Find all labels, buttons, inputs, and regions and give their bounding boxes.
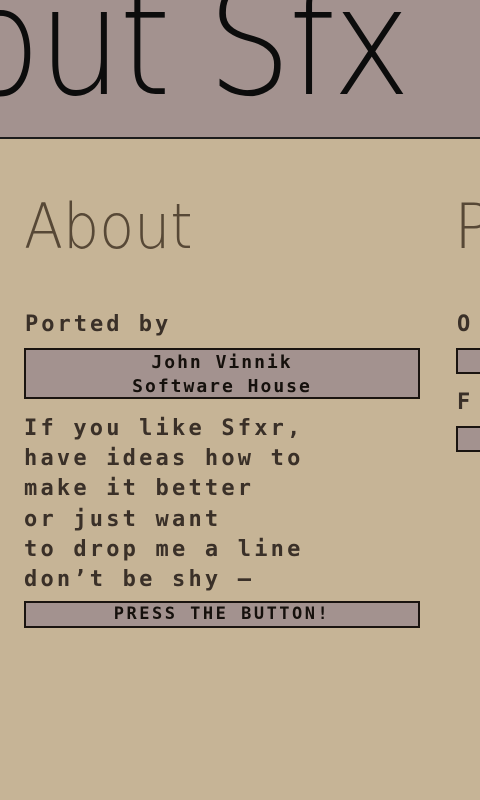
next-section-label-1: O bbox=[457, 312, 471, 337]
ported-by-label: Ported by bbox=[25, 312, 172, 337]
message-line: have ideas how to bbox=[24, 446, 304, 472]
credit-name: John Vinnik bbox=[151, 352, 293, 373]
about-message: If you like Sfxr, have ideas how to make… bbox=[24, 414, 444, 595]
credit-company: Software House bbox=[132, 376, 312, 397]
about-heading: About bbox=[24, 190, 193, 263]
next-section-heading[interactable]: P bbox=[454, 196, 480, 258]
message-line: or just want bbox=[24, 506, 222, 532]
press-button-label: PRESS THE BUTTON! bbox=[113, 604, 331, 624]
next-section-label-2: F bbox=[457, 390, 471, 415]
credit-box[interactable]: John Vinnik Software House bbox=[24, 348, 420, 399]
next-section-control-2[interactable] bbox=[456, 426, 480, 452]
app-title: out Sfx bbox=[0, 0, 411, 130]
title-bar: out Sfx bbox=[0, 0, 480, 139]
message-line: to drop me a line bbox=[24, 536, 304, 562]
press-the-button[interactable]: PRESS THE BUTTON! bbox=[24, 601, 420, 628]
message-line: If you like Sfxr, bbox=[24, 416, 304, 441]
next-section-control-1[interactable] bbox=[456, 348, 480, 374]
message-line: make it better bbox=[24, 476, 255, 502]
message-line: don’t be shy — bbox=[24, 567, 255, 593]
